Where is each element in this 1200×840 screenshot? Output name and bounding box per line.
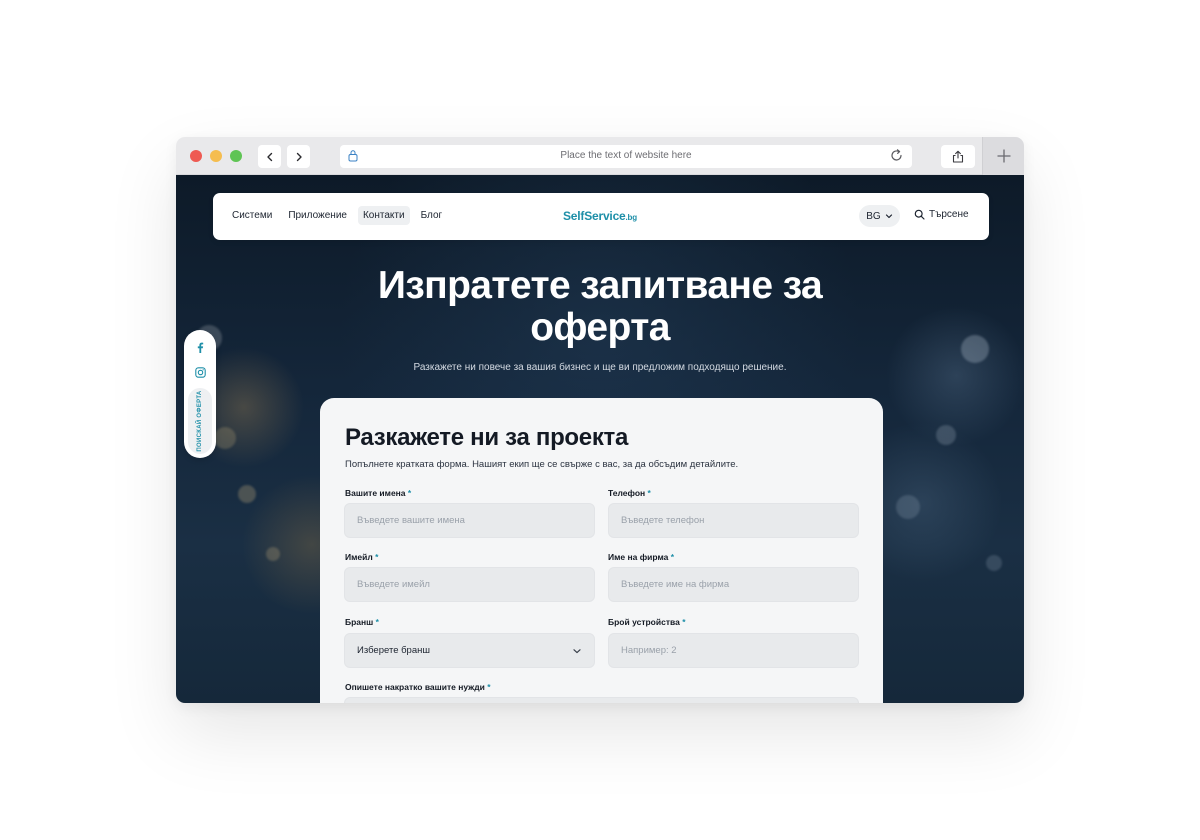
phone-input[interactable]: Въведете телефон [608, 503, 859, 538]
share-button[interactable] [941, 145, 975, 168]
form-title: Разкажете ни за проекта [345, 424, 629, 451]
address-bar[interactable]: Place the text of website here [340, 145, 912, 168]
email-input[interactable]: Въведете имейл [344, 567, 595, 602]
background-bokeh [238, 485, 256, 503]
browser-window: Place the text of website here Системи П… [176, 137, 1024, 703]
back-button[interactable] [258, 145, 281, 168]
language-label: BG [866, 210, 881, 222]
main-menu: Системи Приложение Контакти Блог [227, 206, 447, 225]
industry-label: Бранш * [345, 617, 379, 627]
required-mark: * [682, 617, 686, 627]
industry-label-text: Бранш [345, 617, 374, 627]
company-label: Име на фирма * [608, 552, 674, 562]
page-viewport: Системи Приложение Контакти Блог SelfSer… [176, 175, 1024, 703]
facebook-icon[interactable] [193, 340, 207, 354]
background-bokeh [896, 495, 920, 519]
quote-form-card: Разкажете ни за проекта Попълнете кратка… [320, 398, 883, 703]
company-label-text: Име на фирма [608, 552, 669, 562]
devices-input[interactable]: Например: 2 [608, 633, 859, 668]
site-logo[interactable]: SelfService.bg [563, 209, 637, 223]
minimize-window-button[interactable] [210, 150, 222, 162]
chevron-right-icon [296, 152, 302, 161]
devices-label: Брой устройства * [608, 617, 686, 627]
name-label-text: Вашите имена [345, 488, 406, 498]
logo-tld-text: .bg [625, 213, 638, 222]
page-title: Изпратете запитване за оферта [176, 265, 1024, 349]
required-mark: * [375, 617, 379, 627]
phone-label: Телефон * [608, 488, 651, 498]
page-subtitle: Разкажете ни повече за вашия бизнес и ще… [413, 362, 787, 373]
logo-main-text: SelfService [563, 209, 626, 223]
needs-label: Опишете накратко вашите нужди * [345, 682, 491, 692]
search-button[interactable]: Търсене [914, 209, 969, 220]
language-selector[interactable]: BG [859, 205, 900, 227]
email-label: Имейл * [345, 552, 378, 562]
background-bokeh [214, 427, 236, 449]
side-social-bar: ПОИСКАЙ ОФЕРТА [184, 330, 216, 458]
maximize-window-button[interactable] [230, 150, 242, 162]
reload-icon[interactable] [889, 148, 904, 163]
menu-item-contacts[interactable]: Контакти [357, 206, 410, 225]
phone-label-text: Телефон [608, 488, 646, 498]
background-bokeh [266, 547, 280, 561]
close-window-button[interactable] [190, 150, 202, 162]
request-offer-side-button[interactable]: ПОИСКАЙ ОФЕРТА [188, 388, 212, 454]
required-mark: * [407, 488, 412, 498]
browser-toolbar: Place the text of website here [176, 137, 1024, 175]
menu-item-app[interactable]: Приложение [283, 206, 352, 225]
form-subtitle: Попълнете кратката форма. Нашият екип ще… [345, 459, 739, 470]
industry-select[interactable]: Изберете бранш [344, 633, 595, 668]
required-mark: * [487, 682, 491, 692]
instagram-icon[interactable] [193, 365, 207, 379]
industry-select-value: Изберете бранш [357, 645, 430, 656]
needs-label-text: Опишете накратко вашите нужди [345, 682, 485, 692]
chevron-left-icon [266, 152, 272, 161]
plus-icon [996, 149, 1011, 163]
menu-item-blog[interactable]: Блог [416, 206, 448, 225]
forward-button[interactable] [287, 145, 310, 168]
new-tab-button[interactable] [982, 137, 1024, 175]
chevron-down-icon [573, 648, 581, 653]
url-text: Place the text of website here [560, 150, 692, 161]
email-label-text: Имейл [345, 552, 373, 562]
needs-textarea[interactable] [344, 697, 859, 703]
devices-label-text: Брой устройства [608, 617, 680, 627]
page-title-line-1: Изпратете запитване за [377, 264, 823, 307]
share-icon [952, 150, 964, 163]
name-input[interactable]: Въведете вашите имена [344, 503, 595, 538]
background-bokeh [936, 425, 956, 445]
chevron-down-icon [885, 214, 892, 219]
required-mark: * [375, 552, 379, 562]
company-input[interactable]: Въведете име на фирма [608, 567, 859, 602]
required-mark: * [670, 552, 675, 562]
site-header: Системи Приложение Контакти Блог SelfSer… [213, 193, 989, 240]
page-title-line-2: оферта [530, 306, 670, 349]
background-bokeh [986, 555, 1002, 571]
search-label: Търсене [929, 209, 969, 220]
name-label: Вашите имена * [345, 488, 411, 498]
request-offer-side-label: ПОИСКАЙ ОФЕРТА [197, 390, 203, 452]
menu-item-systems[interactable]: Системи [227, 206, 277, 225]
search-icon [914, 209, 925, 220]
page-stage: Place the text of website here Системи П… [0, 0, 1200, 840]
required-mark: * [647, 488, 651, 498]
